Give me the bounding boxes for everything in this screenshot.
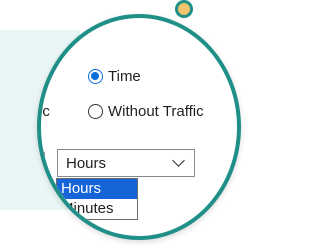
magnifier-callout: Time ic Without Traffic Hours Hours Minu… [0,0,251,248]
radio-label-without-traffic: Without Traffic [108,103,204,120]
unit-select-value: Hours [66,154,107,172]
unit-dropdown-list: Hours Minutes [56,178,138,220]
magnifier-lens: Time ic Without Traffic Hours Hours Minu… [37,14,241,240]
chevron-down-icon [172,154,185,167]
dropdown-option-hours[interactable]: Hours [57,179,137,199]
radio-checked-icon[interactable] [88,69,103,84]
clipped-label-fragment: ic [39,103,50,120]
radio-label-time: Time [108,68,141,85]
unit-select[interactable]: Hours [57,149,195,177]
dropdown-option-minutes[interactable]: Minutes [57,199,137,219]
radio-unchecked-icon[interactable] [88,104,103,119]
radio-option-time[interactable]: Time [88,68,141,85]
radio-option-without-traffic[interactable]: Without Traffic [88,103,204,120]
callout-pin-icon [175,0,193,18]
